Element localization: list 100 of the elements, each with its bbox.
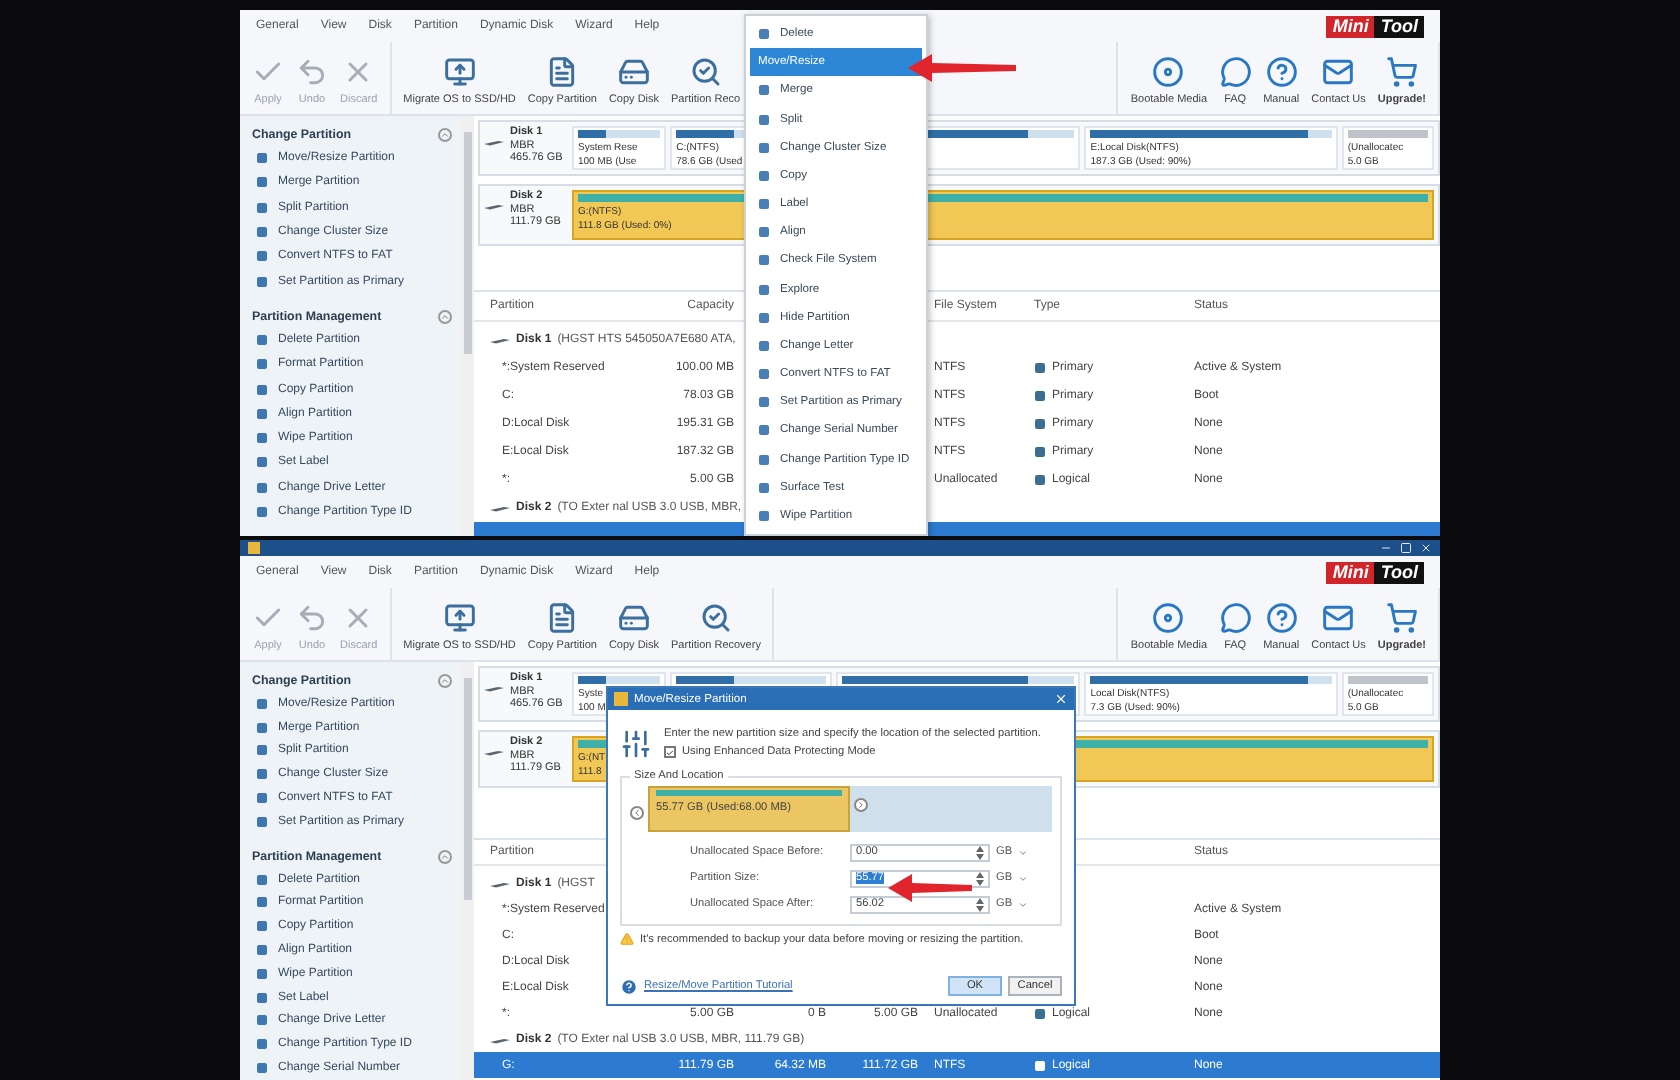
cart-icon <box>1385 602 1418 634</box>
collapse-icon[interactable] <box>438 309 452 324</box>
square-icon <box>256 226 268 239</box>
square-icon <box>758 481 770 494</box>
logo-word: Mini <box>1326 561 1375 583</box>
square-icon <box>256 333 268 346</box>
square-icon <box>256 275 268 288</box>
logo-word: Tool <box>1374 15 1424 37</box>
document-icon <box>546 602 579 634</box>
dropdown-icon[interactable] <box>1018 847 1028 857</box>
hard-drive-icon <box>484 748 504 756</box>
square-icon <box>256 201 268 214</box>
square-icon <box>1034 446 1046 458</box>
checkbox[interactable] <box>664 746 676 758</box>
square-icon <box>758 311 770 324</box>
square-icon <box>256 1038 268 1051</box>
mail-icon <box>1322 56 1355 88</box>
square-icon <box>758 226 770 239</box>
hard-drive-icon <box>617 56 650 88</box>
square-icon <box>256 407 268 420</box>
hard-drive-icon <box>490 1035 510 1043</box>
undo-icon <box>296 56 328 88</box>
square-icon <box>256 697 268 710</box>
square-icon <box>758 198 770 211</box>
hard-drive-icon <box>490 336 510 344</box>
hard-drive-icon <box>484 202 504 210</box>
disc-icon <box>1152 602 1185 634</box>
square-icon <box>256 991 268 1004</box>
scrollbar[interactable] <box>460 116 474 536</box>
collapse-icon[interactable] <box>438 674 452 688</box>
minimize-icon[interactable] <box>1380 542 1392 554</box>
scrollbar[interactable] <box>460 662 474 1080</box>
square-icon <box>256 744 268 757</box>
spinner-icon[interactable] <box>976 871 984 885</box>
square-icon <box>758 396 770 409</box>
square-icon <box>758 283 770 296</box>
square-icon <box>256 944 268 957</box>
spinner-icon[interactable] <box>976 845 984 859</box>
document-icon <box>546 56 579 88</box>
square-icon <box>256 456 268 469</box>
square-icon <box>1034 390 1046 402</box>
move-left-button[interactable] <box>630 805 644 819</box>
help-icon <box>1265 56 1298 88</box>
square-icon <box>758 113 770 126</box>
square-icon <box>256 176 268 189</box>
square-icon <box>758 254 770 267</box>
cart-icon <box>1385 56 1418 88</box>
square-icon <box>256 506 268 518</box>
square-icon <box>1034 362 1046 374</box>
hard-drive-icon <box>490 504 510 512</box>
square-icon <box>256 792 268 805</box>
move-right-button[interactable] <box>854 798 868 812</box>
sliders-icon <box>620 728 652 760</box>
logo-word: Mini <box>1326 15 1375 37</box>
square-icon <box>256 967 268 980</box>
dropdown-icon[interactable] <box>1018 873 1028 883</box>
hard-drive-icon <box>490 879 510 887</box>
search-icon <box>689 56 722 88</box>
square-icon <box>758 339 770 352</box>
square-icon <box>758 424 770 437</box>
maximize-icon[interactable] <box>1400 542 1412 554</box>
undo-icon <box>296 602 328 634</box>
search-icon <box>699 602 732 634</box>
square-icon <box>758 368 770 381</box>
square-icon <box>1034 1007 1046 1019</box>
dropdown-icon[interactable] <box>1018 899 1028 909</box>
collapse-icon[interactable] <box>438 128 452 142</box>
square-icon <box>256 250 268 263</box>
square-icon <box>256 481 268 494</box>
chat-bubble-icon <box>1219 602 1252 634</box>
help-icon <box>620 977 638 995</box>
spinner-icon[interactable] <box>976 897 984 911</box>
app-icon <box>614 692 628 706</box>
hard-drive-icon <box>617 602 650 634</box>
pointer-arrow <box>888 874 972 902</box>
warning-icon <box>620 932 634 946</box>
help-icon <box>1265 602 1298 634</box>
square-icon <box>1034 418 1046 430</box>
square-icon <box>1034 474 1046 486</box>
square-icon <box>758 141 770 154</box>
square-icon <box>256 768 268 781</box>
monitor-icon <box>443 602 476 634</box>
collapse-icon[interactable] <box>438 849 452 864</box>
square-icon <box>758 510 770 522</box>
square-icon <box>256 358 268 371</box>
square-icon <box>256 721 268 734</box>
square-icon <box>1034 1059 1046 1071</box>
square-icon <box>758 28 770 41</box>
square-icon <box>758 453 770 466</box>
square-icon <box>256 920 268 933</box>
disc-icon <box>1152 56 1185 88</box>
square-icon <box>256 815 268 828</box>
close-icon[interactable] <box>1420 542 1432 554</box>
square-icon <box>256 432 268 445</box>
square-icon <box>256 383 268 396</box>
square-icon <box>256 1062 268 1075</box>
square-icon <box>256 1014 268 1027</box>
square-icon <box>256 152 268 165</box>
square-icon <box>256 896 268 909</box>
logo-word: Tool <box>1374 561 1424 583</box>
